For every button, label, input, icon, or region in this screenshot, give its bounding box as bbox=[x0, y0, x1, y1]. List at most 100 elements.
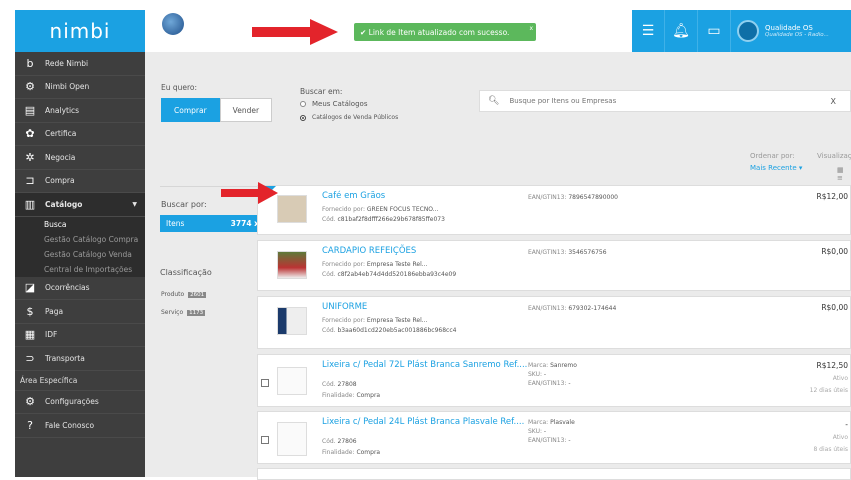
item-ean: EAN/GTIN13: - bbox=[528, 437, 571, 444]
sidebar-item-transporta[interactable]: ⊃ Transporta bbox=[15, 347, 145, 371]
sidebar-item-label: Paga bbox=[45, 306, 64, 316]
item-title[interactable]: Lixeira c/ Pedal 24L Plást Branca Plasva… bbox=[322, 417, 524, 427]
filter-produto-label: Produto bbox=[161, 291, 185, 298]
item-ean: EAN/GTIN13: 7896547890000 bbox=[528, 194, 618, 201]
order-select[interactable]: Mais Recente ▾ bbox=[750, 164, 802, 172]
sidebar-item-negocia[interactable]: ✲ Negocia bbox=[15, 146, 145, 170]
item-status: Ativo bbox=[832, 375, 848, 382]
sidebar-item-label: Ocorrências bbox=[45, 283, 90, 293]
sidebar-item-label: Certifica bbox=[45, 129, 77, 139]
label: EAN/GTIN13: bbox=[528, 380, 567, 387]
radio-button-selected[interactable] bbox=[300, 114, 306, 121]
item-sku: SKU: - bbox=[528, 371, 546, 378]
label: EAN/GTIN13: bbox=[528, 249, 567, 256]
catalog-icon: ▥ bbox=[24, 197, 36, 211]
value: 3546576756 bbox=[568, 249, 607, 256]
item-title[interactable]: UNIFORME bbox=[322, 302, 367, 312]
user-subtitle: Qualidade OS - Radio... bbox=[765, 32, 829, 38]
radio-public-catalogs[interactable]: Catálogos de Venda Públicos bbox=[300, 114, 398, 121]
bell-icon[interactable]: 🔔︎ bbox=[665, 10, 698, 52]
label: Cód. bbox=[322, 216, 336, 223]
sidebar-item-rede-nimbi[interactable]: b Rede Nimbi bbox=[15, 52, 145, 76]
help-icon: ? bbox=[27, 418, 33, 432]
submenu-busca[interactable]: Busca bbox=[15, 217, 145, 232]
item-price: R$12,00 bbox=[816, 192, 848, 201]
result-row[interactable]: Lixeira c/ Pedal 24L Plást Branca Plasva… bbox=[257, 411, 851, 464]
value: 7896547890000 bbox=[568, 194, 618, 201]
search-input[interactable] bbox=[507, 96, 822, 106]
view-label: Visualizaç bbox=[817, 152, 851, 160]
app-logo[interactable]: nimbi bbox=[15, 10, 145, 52]
truck-icon: ⊃ bbox=[25, 351, 35, 365]
sidebar-item-certifica[interactable]: ✿ Certifica bbox=[15, 123, 145, 146]
sidebar-item-catalogo[interactable]: ▥ Catálogo ▼ bbox=[15, 193, 145, 217]
sidebar-item-configuracoes[interactable]: ⚙ Configurações bbox=[15, 391, 145, 414]
sidebar-item-fale-conosco[interactable]: ? Fale Conosco bbox=[15, 414, 145, 438]
result-row[interactable] bbox=[257, 468, 851, 480]
item-title[interactable]: Café em Grãos bbox=[322, 191, 385, 201]
success-toast: ✔ Link de Item atualizado com sucesso. x bbox=[354, 23, 536, 41]
search-in-label: Buscar em: bbox=[300, 87, 343, 96]
search-by-label: Buscar por: bbox=[161, 200, 207, 209]
sidebar-item-analytics[interactable]: ▤ Analytics bbox=[15, 99, 145, 123]
submenu-importacoes[interactable]: Central de Importações bbox=[15, 262, 145, 277]
value: Compra bbox=[356, 449, 381, 456]
submenu-gestao-compra[interactable]: Gestão Catálogo Compra bbox=[15, 232, 145, 247]
search-icon: 🔍︎ bbox=[488, 96, 500, 106]
toast-close-button[interactable]: x bbox=[529, 25, 533, 32]
search-bar[interactable]: 🔍︎ X bbox=[479, 90, 851, 112]
value: 27806 bbox=[337, 438, 357, 445]
chat-icon[interactable]: ▭ bbox=[698, 10, 731, 52]
filter-itens[interactable]: Itens 3774 x bbox=[160, 215, 265, 232]
label: Finalidade: bbox=[322, 449, 355, 456]
item-price: R$0,00 bbox=[821, 247, 848, 256]
product-image bbox=[277, 251, 307, 279]
item-price: R$12,50 bbox=[816, 361, 848, 370]
product-image bbox=[277, 367, 307, 395]
view-grid-icon[interactable]: ▦ ≡ bbox=[837, 166, 851, 182]
item-status: Ativo bbox=[832, 434, 848, 441]
filter-servico-count: 1173 bbox=[187, 310, 206, 316]
sell-button[interactable]: Vender bbox=[219, 98, 273, 122]
sidebar-item-label: Nimbi Open bbox=[45, 82, 90, 92]
radio-label: Catálogos de Venda Públicos bbox=[312, 114, 399, 121]
item-title[interactable]: CARDAPIO REFEIÇÕES bbox=[322, 246, 416, 256]
want-label: Eu quero: bbox=[161, 83, 198, 92]
radio-button[interactable] bbox=[300, 101, 306, 107]
section-label: Área Específica bbox=[15, 371, 145, 391]
globe-icon[interactable] bbox=[162, 13, 184, 35]
cart-icon: ⊐ bbox=[25, 174, 35, 188]
result-row[interactable]: CARDAPIO REFEIÇÕES Fornecido por: Empres… bbox=[257, 240, 851, 291]
submenu-gestao-venda[interactable]: Gestão Catálogo Venda bbox=[15, 247, 145, 262]
sidebar-item-idf[interactable]: ▦ IDF bbox=[15, 324, 145, 347]
handshake-icon: ✲ bbox=[25, 150, 35, 164]
radio-my-catalogs[interactable]: Meus Catálogos bbox=[300, 100, 367, 108]
sidebar-item-compra[interactable]: ⊐ Compra bbox=[15, 170, 145, 193]
item-code: Cód. 27806 bbox=[322, 438, 357, 445]
list-icon[interactable]: ☰ bbox=[632, 10, 665, 52]
window-margin bbox=[0, 0, 15, 477]
select-checkbox[interactable] bbox=[261, 436, 269, 444]
item-price: R$0,00 bbox=[821, 303, 848, 312]
clear-search-button[interactable]: X bbox=[831, 97, 836, 106]
value: - bbox=[568, 437, 571, 444]
label: Cód. bbox=[322, 381, 336, 388]
b-icon: b bbox=[26, 56, 34, 70]
topbar: ✔ Link de Item atualizado com sucesso. x… bbox=[145, 10, 851, 53]
result-row[interactable]: UNIFORME Fornecido por: Empresa Teste Re… bbox=[257, 296, 851, 349]
user-menu[interactable]: Qualidade OS Qualidade OS - Radio... bbox=[731, 20, 829, 42]
sidebar-item-ocorrencias[interactable]: ◪ Ocorrências bbox=[15, 277, 145, 300]
item-title[interactable]: Lixeira c/ Pedal 72L Plást Branca Sanrem… bbox=[322, 360, 527, 370]
label: SKU: bbox=[528, 428, 542, 435]
select-checkbox[interactable] bbox=[261, 379, 269, 387]
label: Fornecido por: bbox=[322, 206, 365, 213]
sidebar-item-paga[interactable]: $ Paga bbox=[15, 300, 145, 324]
sidebar-item-nimbi-open[interactable]: ⚙ Nimbi Open bbox=[15, 76, 145, 99]
result-row[interactable]: Café em Grãos Fornecido por: GREEN FOCUS… bbox=[257, 185, 851, 235]
occurrence-icon: ◪ bbox=[24, 281, 36, 295]
filter-produto[interactable]: Produto 2601 bbox=[161, 291, 207, 298]
result-row[interactable]: Lixeira c/ Pedal 72L Plást Branca Sanrem… bbox=[257, 354, 851, 407]
buy-button[interactable]: Comprar bbox=[161, 98, 220, 122]
item-lead-time: 8 dias úteis bbox=[813, 446, 848, 453]
filter-servico[interactable]: Serviço 1173 bbox=[161, 309, 206, 316]
